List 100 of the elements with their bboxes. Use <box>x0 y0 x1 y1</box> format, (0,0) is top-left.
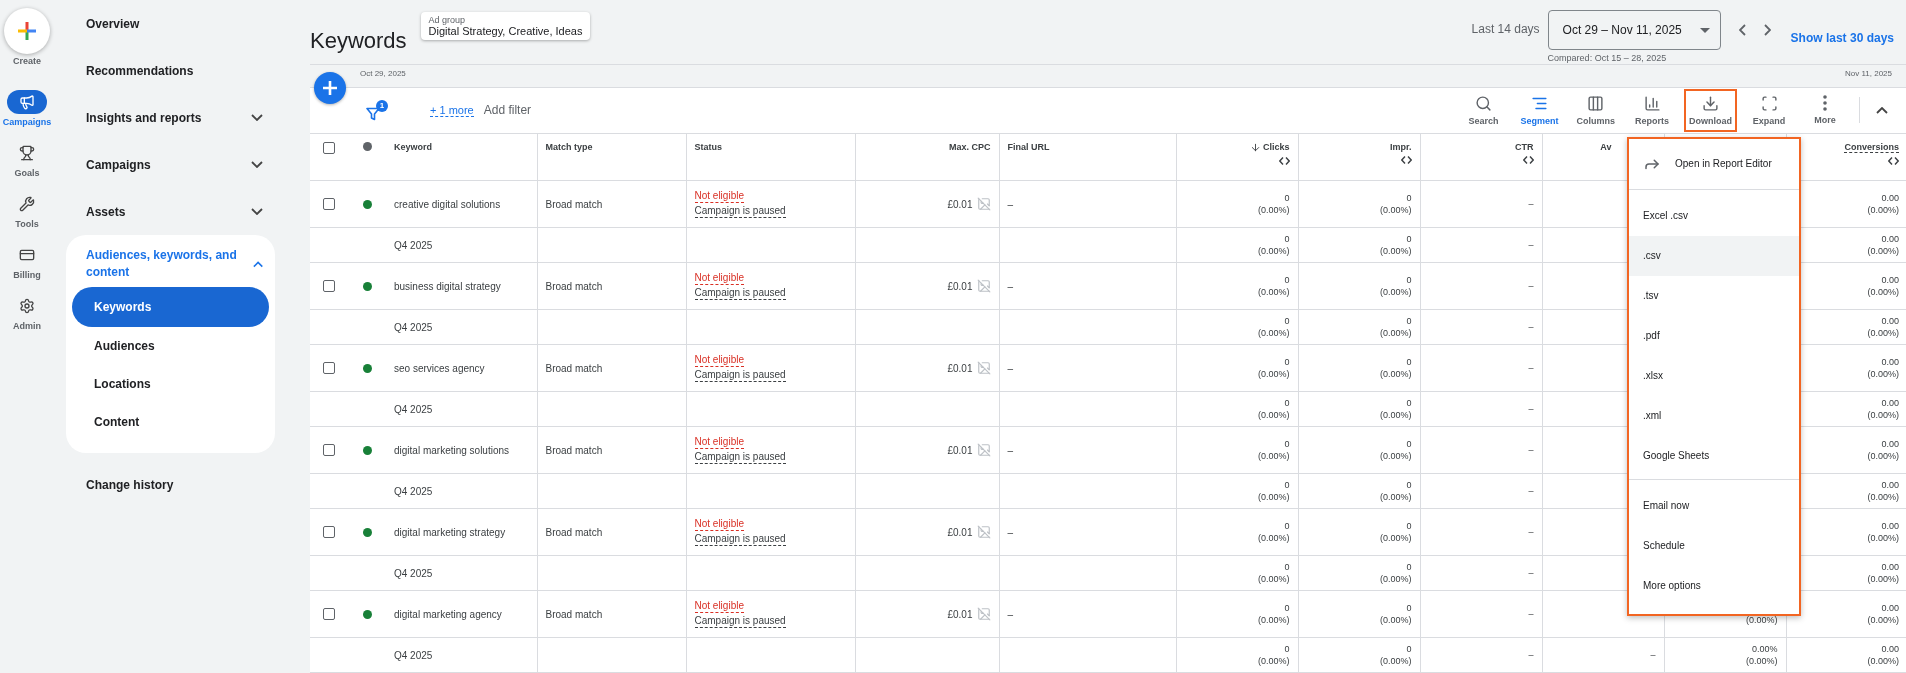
nav-item[interactable]: Recommendations <box>66 47 275 94</box>
settings-icon <box>19 298 35 314</box>
rail-item[interactable]: Billing <box>7 243 47 280</box>
keyword-text: business digital strategy <box>394 280 501 292</box>
filter-button[interactable]: 1 <box>366 99 388 121</box>
metric-cell: 0 (0.00%) <box>1258 274 1290 298</box>
final-url-text: – <box>1007 608 1014 620</box>
search-icon <box>1474 94 1492 112</box>
column-header[interactable]: CTR <box>1428 141 1534 152</box>
next-button[interactable] <box>1763 24 1771 36</box>
nav-item[interactable]: Overview <box>66 0 275 47</box>
nav-item[interactable]: Change history <box>66 461 275 508</box>
column-header[interactable]: Av <box>1550 141 1612 152</box>
column-header[interactable]: Keyword <box>394 141 432 152</box>
segment-label: Q4 2025 <box>394 403 433 415</box>
add-filter-button[interactable]: Add filter <box>477 102 538 118</box>
row-checkbox[interactable] <box>323 608 335 621</box>
row-checkbox[interactable] <box>323 198 335 211</box>
metric-cell: 0.00 (0.00%) <box>1867 479 1899 503</box>
toolbar-button[interactable]: Download <box>1686 90 1735 130</box>
metric-cell: – <box>1650 649 1656 661</box>
nav-group[interactable]: Campaigns <box>66 141 275 188</box>
status-reason-text: Campaign is paused <box>694 369 786 382</box>
column-header[interactable]: Final URL <box>1007 141 1050 152</box>
row-checkbox[interactable] <box>323 280 335 293</box>
status-text: Not eligible <box>694 518 744 531</box>
menu-item[interactable]: .xml <box>1629 395 1799 436</box>
metric-cell: 0.00 (0.00%) <box>1867 233 1899 257</box>
date-range-dropdown[interactable]: Oct 29 – Nov 11, 2025 <box>1547 10 1721 50</box>
nav-item[interactable]: Content <box>72 403 269 441</box>
metric-cell: 0 (0.00%) <box>1258 520 1290 544</box>
add-button[interactable] <box>314 71 346 104</box>
show-last-30-days-link[interactable]: Show last 30 days <box>1790 31 1894 45</box>
match-type-text: Broad match <box>545 444 603 456</box>
metric-cell: – <box>1528 321 1534 333</box>
menu-item[interactable]: Open in Report Editor <box>1629 138 1799 189</box>
menu-item[interactable]: More options <box>1629 565 1799 606</box>
metric-cell: 0.00 (0.00%) <box>1867 602 1899 626</box>
metric-cell: 0.00% (0.00%) <box>1746 643 1778 667</box>
row-checkbox[interactable] <box>323 362 335 375</box>
menu-item[interactable]: .pdf <box>1629 315 1799 356</box>
toolbar-button[interactable]: Search <box>1461 90 1506 130</box>
expand-columns-icon[interactable] <box>1400 155 1412 164</box>
status-text: Not eligible <box>694 190 744 203</box>
ad-group-selector[interactable]: Ad group Digital Strategy, Creative, Ideas <box>420 12 591 40</box>
toolbar-button[interactable]: Columns <box>1573 90 1618 130</box>
rail-item[interactable]: Tools <box>7 192 47 229</box>
more-filters-link[interactable]: + 1 more <box>430 103 474 117</box>
toolbar-button[interactable]: Segment <box>1517 90 1562 130</box>
expand-columns-icon[interactable] <box>1278 156 1290 165</box>
create-label: Create <box>13 56 41 66</box>
menu-item[interactable]: Schedule <box>1629 525 1799 566</box>
column-header[interactable]: Impr. <box>1306 141 1412 152</box>
status-reason-text: Campaign is paused <box>694 205 786 218</box>
max-cpc-text: £0.01 <box>947 362 973 374</box>
segment-label: Q4 2025 <box>394 485 433 497</box>
nav-group[interactable]: Audiences, keywords, and content <box>72 243 269 287</box>
menu-item[interactable]: Google Sheets <box>1629 435 1799 476</box>
toolbar-button[interactable]: Reports <box>1630 90 1674 130</box>
rail-item[interactable]: Goals <box>7 141 47 178</box>
keyword-text: digital marketing solutions <box>394 444 510 456</box>
previous-button[interactable] <box>1738 24 1746 36</box>
column-header[interactable]: Max. CPC <box>949 141 991 152</box>
column-header[interactable]: Clicks <box>1184 141 1290 153</box>
max-cpc-text: £0.01 <box>947 444 973 456</box>
segment-label: Q4 2025 <box>394 567 433 579</box>
expand-columns-icon[interactable] <box>1888 156 1899 165</box>
toolbar-button[interactable]: Expand <box>1747 90 1791 130</box>
column-header[interactable]: Status <box>694 141 722 152</box>
more-icon <box>1823 95 1827 111</box>
collapse-button[interactable] <box>1876 106 1888 114</box>
menu-item[interactable]: Email now <box>1629 485 1799 526</box>
metric-cell: – <box>1528 239 1534 251</box>
timeline-end-date: Nov 11, 2025 <box>1845 69 1892 81</box>
metric-cell: 0 (0.00%) <box>1258 602 1290 626</box>
nav-item[interactable]: Locations <box>72 365 269 403</box>
nav-group[interactable]: Assets <box>66 188 275 235</box>
metric-cell: – <box>1528 526 1534 538</box>
plus-icon <box>18 22 36 40</box>
menu-item[interactable]: Excel .csv <box>1629 195 1799 236</box>
toolbar-button[interactable]: More <box>1803 91 1847 129</box>
select-all-checkbox[interactable] <box>323 141 335 154</box>
menu-item[interactable]: .tsv <box>1629 275 1799 316</box>
status-reason-text: Campaign is paused <box>694 533 786 546</box>
row-checkbox[interactable] <box>323 526 335 539</box>
credit-card-icon <box>19 247 35 263</box>
nav-item[interactable]: Keywords <box>72 287 269 327</box>
column-header[interactable]: Match type <box>545 141 593 152</box>
caret-icon <box>1699 27 1710 33</box>
funnel-icon <box>366 106 380 121</box>
metric-cell: 0 (0.00%) <box>1380 356 1412 380</box>
nav-group[interactable]: Insights and reports <box>66 94 275 141</box>
nav-item[interactable]: Audiences <box>72 327 269 365</box>
menu-item[interactable]: .csv <box>1629 235 1799 276</box>
match-type-text: Broad match <box>545 526 603 538</box>
menu-item[interactable]: .xlsx <box>1629 355 1799 396</box>
rail-item[interactable]: Admin <box>7 294 47 331</box>
row-checkbox[interactable] <box>323 444 335 457</box>
expand-columns-icon[interactable] <box>1522 155 1534 164</box>
create-button[interactable] <box>4 8 50 54</box>
